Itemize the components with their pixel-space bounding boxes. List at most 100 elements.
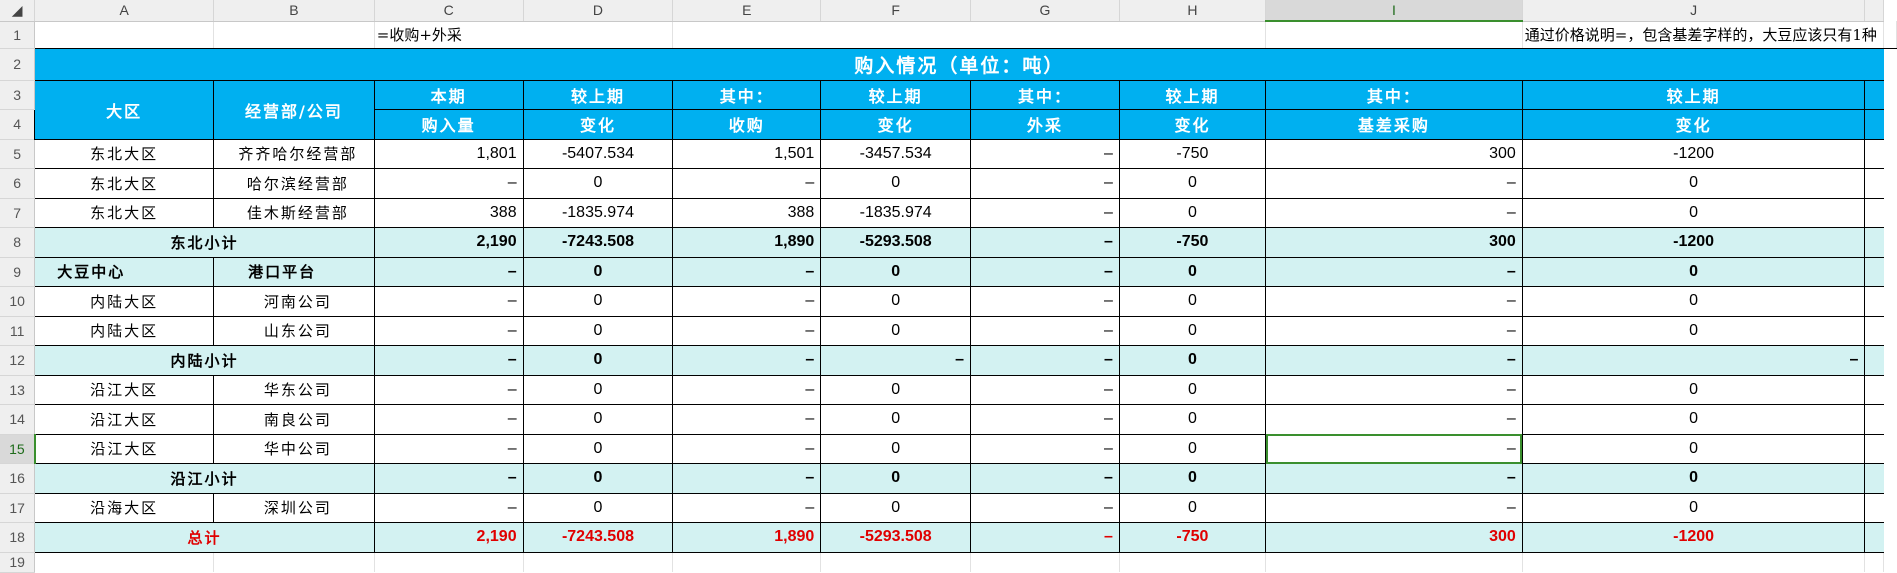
cell-g11[interactable]: –	[970, 315, 1120, 346]
cell-k7[interactable]	[1864, 197, 1884, 228]
cell-j12[interactable]: –	[1521, 345, 1866, 376]
cell-c11[interactable]: –	[373, 315, 524, 346]
cell-k15[interactable]	[1864, 433, 1884, 464]
cell-k9[interactable]	[1864, 256, 1884, 287]
cell-f14[interactable]: 0	[820, 404, 972, 435]
cell-row19[interactable]	[820, 552, 972, 572]
region-cell[interactable]: 沿江大区	[34, 433, 215, 464]
cell-row19[interactable]	[970, 552, 1120, 572]
cell-d17[interactable]: 0	[522, 492, 674, 523]
cell-j14[interactable]: 0	[1521, 404, 1866, 435]
cell-i13[interactable]: –	[1265, 374, 1523, 405]
subtotal-label[interactable]: 沿江小计	[34, 463, 375, 494]
column-header-d[interactable]: D	[523, 0, 674, 22]
cell-d5[interactable]: -5407.534	[522, 138, 674, 169]
row-header[interactable]: 9	[0, 257, 36, 287]
select-all-corner[interactable]: ◢	[0, 0, 36, 22]
dept-cell[interactable]: 齐齐哈尔经营部	[213, 138, 375, 169]
cell-e11[interactable]: –	[672, 315, 822, 346]
cell-c5[interactable]: 1,801	[373, 138, 524, 169]
cell-c6[interactable]: –	[373, 168, 524, 199]
column-header-b[interactable]: B	[213, 0, 375, 22]
subtotal-label[interactable]: 东北小计	[34, 227, 375, 258]
cell-e16[interactable]: –	[672, 463, 822, 494]
cell-f8[interactable]: -5293.508	[820, 227, 972, 258]
cell-row19[interactable]	[1265, 552, 1523, 572]
row-header[interactable]: 5	[0, 139, 36, 169]
header-bottom-4[interactable]: 外采	[970, 108, 1120, 140]
row-header[interactable]: 15	[0, 434, 36, 464]
row-header[interactable]: 2	[0, 48, 36, 81]
row-header[interactable]: 14	[0, 404, 36, 435]
cell-row19[interactable]	[34, 552, 215, 572]
row-header[interactable]: 8	[0, 227, 36, 258]
cell-i15[interactable]: –	[1265, 433, 1523, 464]
header-bottom-2[interactable]: 收购	[672, 108, 822, 140]
cell-k14[interactable]	[1864, 404, 1884, 435]
row-header[interactable]: 19	[0, 552, 36, 573]
cell-j15[interactable]: 0	[1521, 433, 1866, 464]
cell-h8[interactable]: -750	[1118, 227, 1267, 258]
cell-k8[interactable]	[1864, 227, 1884, 258]
cell-i8[interactable]: 300	[1265, 227, 1523, 258]
cell-d8[interactable]: -7243.508	[522, 227, 674, 258]
row-header[interactable]: 16	[0, 463, 36, 494]
cell-h5[interactable]: -750	[1118, 138, 1267, 169]
cell-f13[interactable]: 0	[820, 374, 972, 405]
cell-h10[interactable]: 0	[1118, 286, 1267, 317]
region-cell[interactable]: 内陆大区	[34, 286, 215, 317]
cell-c9[interactable]: –	[373, 256, 524, 287]
cell-e6[interactable]: –	[672, 168, 822, 199]
cell-g9[interactable]: –	[970, 256, 1120, 287]
cell-e18[interactable]: 1,890	[672, 522, 822, 553]
cell-k10[interactable]	[1864, 286, 1884, 317]
cell-k17[interactable]	[1864, 492, 1884, 523]
row-header[interactable]: 6	[0, 168, 36, 199]
column-header-k[interactable]	[1864, 0, 1884, 22]
header-bottom-6[interactable]: 基差采购	[1265, 108, 1523, 140]
cell-h9[interactable]: 0	[1118, 256, 1267, 287]
cell-g18[interactable]: –	[970, 522, 1120, 553]
column-header-a[interactable]: A	[34, 0, 215, 22]
header-bottom-7[interactable]: 变化	[1521, 108, 1866, 140]
cell-j16[interactable]: 0	[1521, 463, 1866, 494]
cell-f12[interactable]: –	[820, 345, 972, 376]
cell-e17[interactable]: –	[672, 492, 822, 523]
row-header[interactable]: 7	[0, 198, 36, 228]
cell-row19[interactable]	[1119, 552, 1267, 572]
subtotal-label[interactable]: 总计	[34, 522, 375, 553]
region-cell[interactable]: 大豆中心	[34, 256, 215, 287]
cell-row19[interactable]	[672, 552, 822, 572]
header-bottom-3[interactable]: 变化	[820, 108, 972, 140]
cell-g10[interactable]: –	[970, 286, 1120, 317]
cell-e1[interactable]	[672, 21, 1267, 49]
row-header[interactable]: 17	[0, 493, 36, 523]
region-cell[interactable]: 东北大区	[34, 168, 215, 199]
cell-e14[interactable]: –	[672, 404, 822, 435]
cell-i16[interactable]: –	[1265, 463, 1523, 494]
cell-g15[interactable]: –	[970, 433, 1120, 464]
column-header-j[interactable]: J	[1522, 0, 1866, 22]
cell-g13[interactable]: –	[970, 374, 1120, 405]
cell-f9[interactable]: 0	[820, 256, 972, 287]
column-header-i[interactable]: I	[1265, 0, 1523, 22]
cell-d14[interactable]: 0	[522, 404, 674, 435]
cell-j17[interactable]: 0	[1521, 492, 1866, 523]
cell-h11[interactable]: 0	[1118, 315, 1267, 346]
cell-d13[interactable]: 0	[522, 374, 674, 405]
cell-i1-note[interactable]: 通过价格说明=，包含基差字样的，大豆应该只有1种	[1522, 21, 1885, 49]
cell-h14[interactable]: 0	[1118, 404, 1267, 435]
column-header-f[interactable]: F	[820, 0, 972, 22]
cell-i5[interactable]: 300	[1265, 138, 1523, 169]
dept-cell[interactable]: 河南公司	[213, 286, 375, 317]
cell-e8[interactable]: 1,890	[672, 227, 822, 258]
table-title[interactable]: 购入情况（单位：吨）	[34, 48, 1884, 81]
cell-i17[interactable]: –	[1265, 492, 1523, 523]
header-top-5[interactable]: 较上期	[1118, 79, 1267, 110]
cell-i6[interactable]: –	[1265, 168, 1523, 199]
cell-row19[interactable]	[1522, 552, 1866, 572]
region-cell[interactable]: 内陆大区	[34, 315, 215, 346]
row-header[interactable]: 1	[0, 21, 36, 49]
cell-j11[interactable]: 0	[1521, 315, 1866, 346]
cell-j18[interactable]: -1200	[1521, 522, 1866, 553]
